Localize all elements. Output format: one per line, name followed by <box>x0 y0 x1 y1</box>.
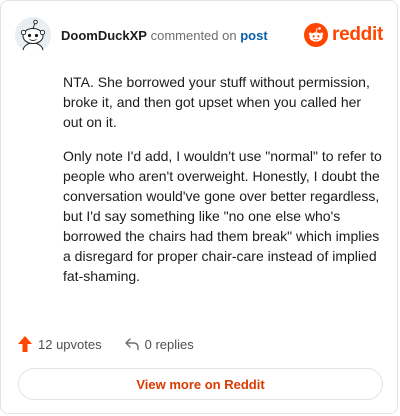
action-text: commented on <box>150 27 237 43</box>
username-link[interactable]: DoomDuckXP <box>61 28 147 43</box>
reddit-wordmark: reddit <box>332 24 383 45</box>
comment-actions: 12 upvotes 0 replies <box>17 334 194 354</box>
comment-paragraph: Only note I'd add, I wouldn't use "norma… <box>63 148 382 284</box>
post-link[interactable]: post <box>240 28 267 43</box>
comment-header: DoomDuckXP commented on post reddit <box>15 15 383 55</box>
upvote-button[interactable]: 12 upvotes <box>17 335 102 353</box>
comment-meta: DoomDuckXP commented on post <box>61 28 268 43</box>
upvote-arrow-icon <box>18 336 32 352</box>
view-more-button[interactable]: View more on Reddit <box>18 368 383 400</box>
comment-paragraph: NTA. She borrowed your stuff without per… <box>63 74 370 130</box>
replies-button[interactable]: 0 replies <box>124 336 194 352</box>
reply-count: 0 replies <box>144 336 194 352</box>
embedded-comment-card: DoomDuckXP commented on post reddit NTA.… <box>0 0 398 414</box>
reply-arrow-icon <box>124 338 139 351</box>
user-avatar[interactable] <box>15 17 51 53</box>
snoo-avatar-icon <box>15 17 51 53</box>
reddit-logo-icon <box>304 23 329 47</box>
reddit-brand[interactable]: reddit <box>304 23 383 47</box>
upvote-count: 12 upvotes <box>38 336 102 352</box>
comment-body: NTA. She borrowed your stuff without per… <box>63 72 383 300</box>
